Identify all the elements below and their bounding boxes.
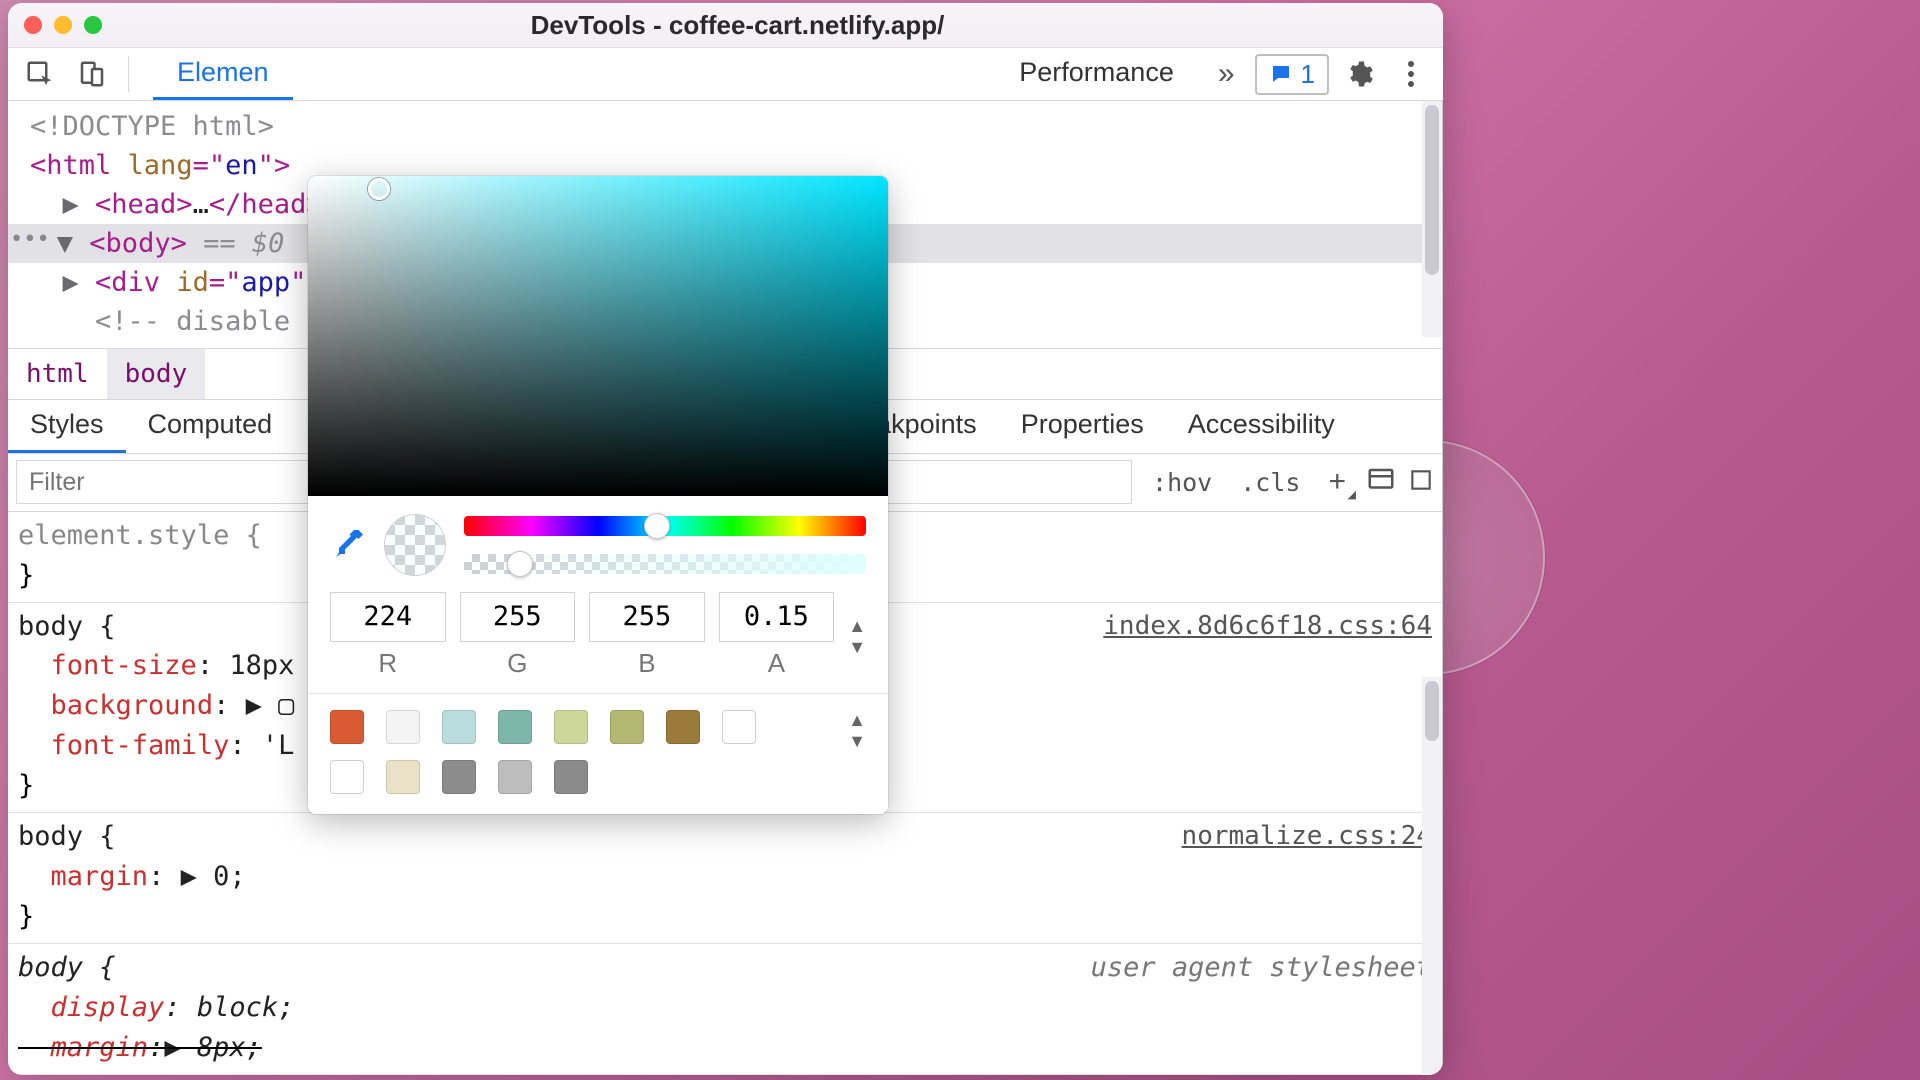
more-menu-button[interactable] [1389,52,1433,96]
palette-swatch[interactable] [386,760,420,794]
window-controls [24,16,102,34]
overflow-tabs-button[interactable]: » [1206,57,1247,91]
tab-elements[interactable]: Elemen [153,48,293,100]
dom-doctype: <!DOCTYPE html> [30,111,274,142]
palette-swatch[interactable] [666,710,700,744]
computed-toggle-icon[interactable] [1408,465,1434,500]
alpha-slider[interactable] [464,554,866,574]
chat-icon [1269,62,1293,86]
color-picker: R G B A ▲▼ ▲▼ [308,176,888,814]
devtools-main: <!DOCTYPE html> <html lang="en"> ▶ <head… [8,101,1443,1075]
label-b: B [638,648,655,679]
eyedropper-icon [330,527,366,563]
window-titlebar: DevTools - coffee-cart.netlify.app/ [8,3,1443,48]
hov-button[interactable]: :hov [1144,468,1220,497]
inspect-element-icon[interactable] [18,52,62,96]
subtab-accessibility[interactable]: Accessibility [1166,400,1357,453]
alpha-knob[interactable] [507,551,533,577]
color-r-input[interactable] [330,592,446,642]
new-style-rule-button[interactable]: +◢ [1320,465,1354,499]
cls-button[interactable]: .cls [1232,468,1308,497]
subtab-properties[interactable]: Properties [999,400,1166,453]
label-a: A [768,648,785,679]
palette-swatch[interactable] [554,710,588,744]
palette-swatch[interactable] [722,710,756,744]
breadcrumb-html[interactable]: html [8,349,107,399]
hue-slider[interactable] [464,516,866,536]
rule-source-link[interactable]: normalize.css:24 [1182,817,1432,855]
palette-swatch[interactable] [330,760,364,794]
label-g: G [507,648,527,679]
close-window-button[interactable] [24,16,42,34]
current-color-swatch [384,514,446,576]
styles-scrollbar[interactable] [1422,677,1442,1075]
palette-swatch[interactable] [442,710,476,744]
issues-badge[interactable]: 1 [1255,54,1329,95]
panel-tabs: Elemen [153,48,293,100]
palette-switcher[interactable]: ▲▼ [848,710,866,752]
color-b-input[interactable] [589,592,705,642]
kebab-icon [1407,59,1415,89]
device-toolbar-icon[interactable] [70,52,114,96]
styles-pane-icon[interactable] [1366,465,1396,500]
palette-swatch[interactable] [498,710,532,744]
rule-body-2[interactable]: normalize.css:24 body { margin: ▶ 0; } [8,813,1442,944]
elements-scrollbar[interactable] [1422,101,1442,337]
sv-cursor[interactable] [368,178,390,200]
palette-swatch[interactable] [498,760,532,794]
devtools-toolbar: Elemen Performance » 1 [8,48,1443,101]
subtab-styles[interactable]: Styles [8,400,126,453]
subtab-computed[interactable]: Computed [126,400,295,453]
devtools-window: DevTools - coffee-cart.netlify.app/ Elem… [8,3,1443,1075]
palette-swatch[interactable] [330,710,364,744]
saturation-value-field[interactable] [308,176,888,496]
hue-knob[interactable] [644,513,670,539]
rule-body-ua[interactable]: user agent stylesheet body { display: bl… [8,944,1442,1075]
minimize-window-button[interactable] [54,16,72,34]
rule-source-link[interactable]: index.8d6c6f18.css:64 [1103,607,1432,645]
desktop-background: DevTools - coffee-cart.netlify.app/ Elem… [0,0,1920,1080]
label-r: R [378,648,397,679]
gear-icon [1344,59,1374,89]
ua-stylesheet-label: user agent stylesheet [1091,948,1432,988]
color-a-input[interactable] [719,592,835,642]
breadcrumb-body[interactable]: body [107,349,206,399]
palette: ▲▼ [308,704,888,814]
palette-swatch[interactable] [386,710,420,744]
palette-swatch[interactable] [610,710,644,744]
issues-count: 1 [1301,59,1315,90]
color-mode-switcher[interactable]: ▲▼ [848,612,866,658]
eyedropper-button[interactable] [330,527,366,563]
palette-swatch[interactable] [442,760,476,794]
palette-swatch[interactable] [554,760,588,794]
tab-performance[interactable]: Performance [995,48,1198,100]
window-title: DevTools - coffee-cart.netlify.app/ [102,10,1373,41]
maximize-window-button[interactable] [84,16,102,34]
color-g-input[interactable] [460,592,576,642]
settings-button[interactable] [1337,52,1381,96]
